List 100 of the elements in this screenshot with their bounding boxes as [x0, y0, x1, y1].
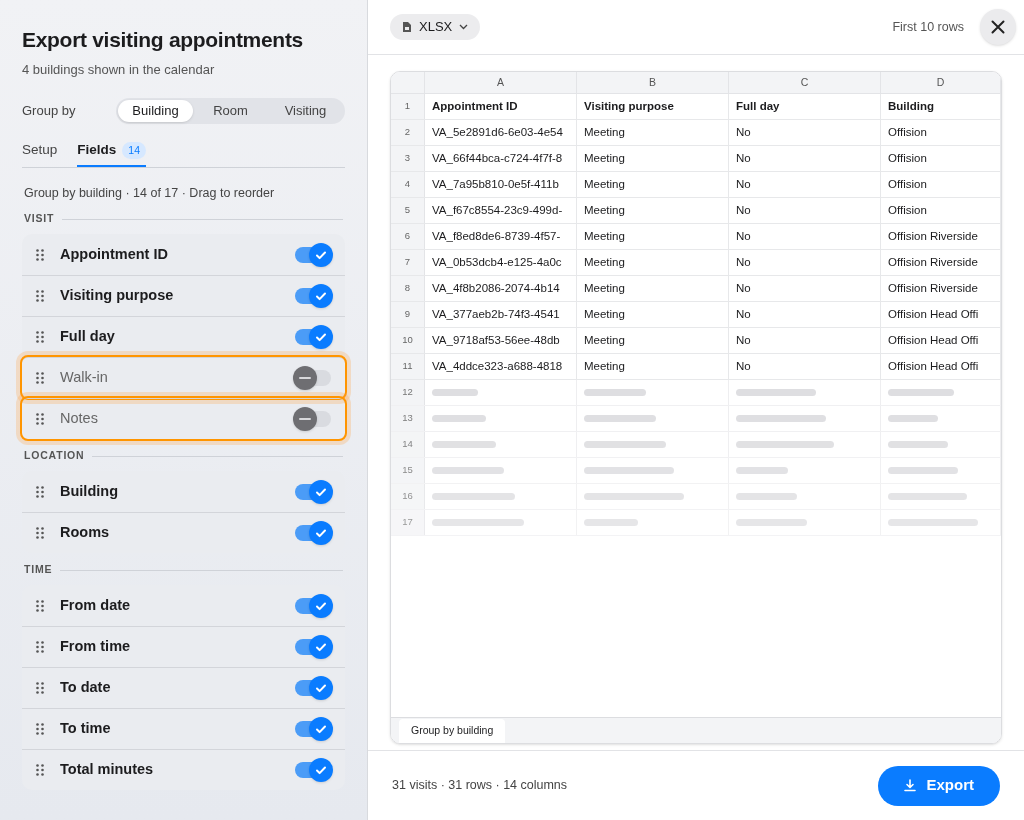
row-number: 7 — [391, 250, 425, 275]
download-icon — [904, 779, 917, 792]
table-cell: Offision Riverside — [881, 276, 1001, 301]
field-row[interactable]: Full day — [22, 316, 345, 358]
close-button[interactable] — [980, 9, 1016, 45]
table-cell: Meeting — [577, 224, 729, 249]
table-cell: Full day — [729, 94, 881, 119]
field-label: Notes — [60, 409, 99, 429]
format-dropdown[interactable]: XLSX — [390, 14, 481, 40]
field-label: Rooms — [60, 523, 111, 543]
section-heading: LOCATION — [24, 448, 85, 464]
drag-handle-icon[interactable] — [36, 764, 44, 777]
table-cell: No — [729, 276, 881, 301]
field-row[interactable]: Notes — [22, 398, 345, 440]
close-icon — [991, 20, 1005, 34]
field-row[interactable]: Rooms — [22, 512, 345, 554]
export-button[interactable]: Export — [878, 765, 1000, 806]
table-cell: No — [729, 224, 881, 249]
section-heading: VISIT — [24, 211, 55, 227]
tab[interactable]: Setup — [22, 136, 58, 167]
dialog-title: Export visiting appointments — [22, 27, 304, 53]
drag-handle-icon[interactable] — [36, 641, 44, 654]
table-cell: VA_4f8b2086-2074-4b14 — [425, 276, 577, 301]
column-header: B — [577, 72, 729, 93]
drag-handle-icon[interactable] — [36, 331, 44, 344]
table-cell: Offision Riverside — [881, 224, 1001, 249]
loading-placeholder-bar — [432, 389, 478, 396]
table-cell: VA_377aeb2b-74f3-4541 — [425, 302, 577, 327]
row-number: 17 — [391, 510, 425, 535]
table-cell: No — [729, 250, 881, 275]
loading-placeholder-bar — [584, 519, 638, 526]
table-cell: Offision Head Offi — [881, 328, 1001, 353]
drag-handle-icon[interactable] — [36, 372, 44, 385]
field-row[interactable]: Building — [22, 471, 345, 513]
table-cell: Offision — [881, 120, 1001, 145]
row-number: 13 — [391, 406, 425, 431]
row-number: 3 — [391, 146, 425, 171]
table-cell: Meeting — [577, 328, 729, 353]
loading-placeholder-bar — [432, 467, 504, 474]
segment-option[interactable]: Visiting — [268, 99, 343, 122]
table-cell: Offision Head Offi — [881, 354, 1001, 379]
drag-handle-icon[interactable] — [36, 527, 44, 540]
field-row[interactable]: From date — [22, 585, 345, 627]
drag-handle-icon[interactable] — [36, 485, 44, 498]
field-row[interactable]: To time — [22, 708, 345, 750]
row-number: 9 — [391, 302, 425, 327]
column-header: A — [425, 72, 577, 93]
drag-handle-icon[interactable] — [36, 682, 44, 695]
drag-handle-icon[interactable] — [36, 723, 44, 736]
tab[interactable]: Fields 14 — [77, 136, 146, 167]
segment-option[interactable]: Building — [118, 99, 193, 122]
table-cell: Offision Riverside — [881, 250, 1001, 275]
table-cell: No — [729, 302, 881, 327]
field-label: Walk-in — [60, 368, 109, 388]
row-number: 6 — [391, 224, 425, 249]
row-number: 14 — [391, 432, 425, 457]
field-label: From time — [60, 637, 132, 657]
row-number: 11 — [391, 354, 425, 379]
drag-handle-icon[interactable] — [36, 413, 44, 426]
row-number: 10 — [391, 328, 425, 353]
field-row[interactable]: Walk-in — [22, 357, 345, 399]
sheet-tab[interactable]: Group by building — [399, 719, 506, 743]
table-cell: Meeting — [577, 146, 729, 171]
count-badge: 14 — [122, 141, 146, 160]
field-label: From date — [60, 595, 132, 615]
field-row[interactable]: From time — [22, 626, 345, 668]
field-label: Full day — [60, 327, 116, 347]
field-row[interactable]: Visiting purpose — [22, 275, 345, 317]
loading-placeholder-bar — [736, 467, 788, 474]
file-icon — [402, 21, 412, 33]
section-heading: TIME — [24, 562, 53, 578]
row-number: 4 — [391, 172, 425, 197]
loading-placeholder-bar — [584, 415, 656, 422]
drag-handle-icon[interactable] — [36, 599, 44, 612]
table-cell: Offision — [881, 146, 1001, 171]
field-label: Appointment ID — [60, 244, 169, 264]
table-cell: No — [729, 328, 881, 353]
loading-placeholder-bar — [736, 519, 807, 526]
column-header: C — [729, 72, 881, 93]
table-cell: No — [729, 354, 881, 379]
table-cell: Appointment ID — [425, 94, 577, 119]
column-header: D — [881, 72, 1001, 93]
table-cell: No — [729, 198, 881, 223]
field-row[interactable]: Total minutes — [22, 749, 345, 791]
field-row[interactable]: To date — [22, 667, 345, 709]
table-cell: Meeting — [577, 302, 729, 327]
chevron-down-icon — [459, 24, 469, 30]
field-row[interactable]: Appointment ID — [22, 234, 345, 276]
loading-placeholder-bar — [584, 389, 647, 396]
table-cell: Offision Head Offi — [881, 302, 1001, 327]
segment-option[interactable]: Room — [193, 99, 268, 122]
fields-info-text: Group by building · 14 of 17 · Drag to reorder — [23, 184, 276, 202]
loading-placeholder-bar — [888, 467, 958, 474]
row-number: 15 — [391, 458, 425, 483]
table-cell: No — [729, 146, 881, 171]
drag-handle-icon[interactable] — [36, 248, 44, 261]
drag-handle-icon[interactable] — [36, 290, 44, 303]
table-cell: VA_7a95b810-0e5f-411b — [425, 172, 577, 197]
field-label: Visiting purpose — [60, 286, 175, 306]
table-cell: VA_0b53dcb4-e125-4a0c — [425, 250, 577, 275]
